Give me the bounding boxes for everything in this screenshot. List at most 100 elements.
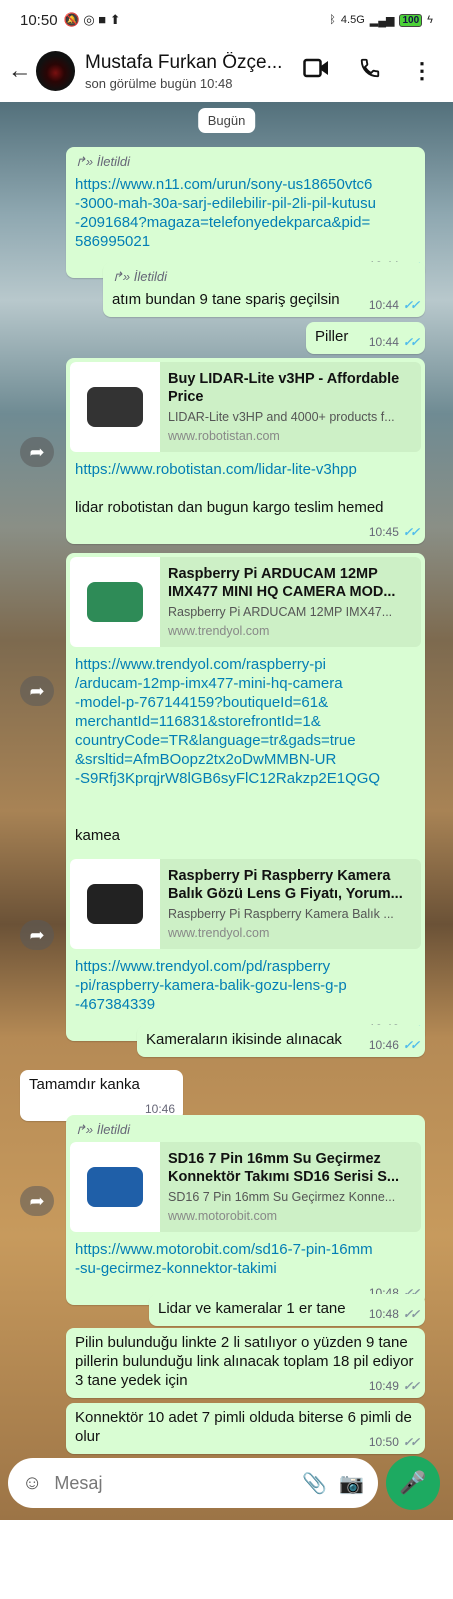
incoming-message: Tamamdır kanka 10:46: [20, 1070, 183, 1121]
preview-description: Raspberry Pi ARDUCAM 12MP IMX47...: [168, 605, 393, 619]
outgoing-message: Buy LIDAR-Lite v3HP - Affordable Price LI…: [66, 358, 425, 544]
link-line: -pi/raspberry-kamera-balik-gozu-lens-g-p: [75, 977, 347, 994]
message-text: kamea: [75, 827, 121, 844]
preview-info: Raspberry Pi Raspberry Kamera Balık Gözü…: [160, 859, 421, 949]
message-time: 10:44: [368, 298, 399, 312]
message-link[interactable]: https://www.motorobit.com/sd16-7-pin-16m…: [75, 1240, 417, 1278]
preview-title: Buy LIDAR-Lite v3HP - Affordable Price: [168, 371, 400, 405]
chat-area[interactable]: Bugün ↱» İletildi https://www.n11.com/uru…: [0, 102, 453, 1520]
signal-icon: ▂▄▆: [369, 14, 395, 27]
forward-icon: ↱»: [75, 154, 97, 169]
message-link[interactable]: https://www.n11.com/urun/sony-us18650vtc…: [75, 175, 417, 251]
forwarded-text: İletildi: [133, 269, 167, 284]
message-text: Pilin bulunduğu linkte 2 li satılıyor o …: [75, 1334, 414, 1389]
preview-thumbnail: [70, 557, 160, 647]
link-preview[interactable]: Raspberry Pi Raspberry Kamera Balık Gözü…: [70, 859, 421, 949]
link-line: -3000-mah-30a-sarj-edilebilir-pil-2li-pi…: [75, 195, 376, 212]
link-preview[interactable]: Buy LIDAR-Lite v3HP - Affordable Price LI…: [70, 362, 421, 452]
preview-title: Raspberry Pi Raspberry Kamera Balık Gözü…: [168, 868, 403, 902]
composer: ☺ Mesaj 📎 📷: [8, 1458, 378, 1508]
outgoing-message: ↱» İletildi atım bundan 9 tane spariş geç…: [103, 262, 425, 317]
video-call-icon[interactable]: [303, 58, 329, 84]
message-meta: 10:45 ✓✓: [368, 523, 420, 542]
outgoing-message: Raspberry Pi ARDUCAM 12MP IMX477 MINI HQ…: [66, 553, 425, 872]
link-line: https://www.trendyol.com/pd/raspberry: [75, 958, 331, 975]
attach-icon[interactable]: 📎: [302, 1471, 327, 1496]
link-line: -467384339: [75, 996, 156, 1013]
outgoing-message: Pilin bulunduğu linkte 2 li satılıyor o …: [66, 1328, 425, 1398]
link-line: https://www.robotistan.com/lidar-lite-v3…: [75, 461, 357, 478]
message-time: 10:44: [368, 335, 399, 349]
share-forward-icon: ➦: [29, 442, 45, 462]
forward-icon: ↱»: [112, 269, 134, 284]
message-meta: 10:46✓✓: [368, 1036, 420, 1055]
battery-indicator: 100: [399, 13, 423, 27]
camera-icon[interactable]: 📷: [339, 1471, 364, 1496]
chat-header: ← Mustafa Furkan Özçe... son görülme bug…: [0, 40, 453, 102]
forwarded-text: İletildi: [96, 154, 130, 169]
product-image: [87, 387, 143, 427]
link-line: countryCode=TR&language=tr&gads=true: [75, 732, 356, 749]
outgoing-message: Kameraların ikisinde alınacak 10:46 ✓✓: [137, 1025, 425, 1057]
message-text: Piller: [315, 328, 349, 345]
preview-description: SD16 7 Pin 16mm Su Geçirmez Konne...: [168, 1190, 396, 1204]
read-ticks-icon: ✓✓: [402, 335, 420, 349]
contact-name: Mustafa Furkan Özçe...: [85, 51, 283, 73]
link-line: -su-gecirmez-konnektor-takimi: [75, 1260, 277, 1277]
message-time: 10:49: [368, 1379, 399, 1393]
avatar[interactable]: [35, 51, 75, 91]
bluetooth-icon: ᛒ: [329, 14, 336, 26]
link-line: https://www.motorobit.com/sd16-7-pin-16m…: [75, 1241, 373, 1258]
preview-domain: www.motorobit.com: [168, 1209, 278, 1223]
message-meta: 10:44✓✓: [368, 333, 420, 352]
message-link[interactable]: https://www.trendyol.com/raspberry-pi/ar…: [75, 655, 417, 788]
product-image: [87, 1167, 143, 1207]
link-line: -model-p-767144159?boutiqueId=61&: [75, 694, 329, 711]
forwarded-label: ↱» İletildi: [75, 152, 417, 171]
date-chip: Bugün: [197, 108, 256, 133]
message-text: Tamamdır kanka: [29, 1076, 140, 1093]
forwarded-label: ↱» İletildi: [112, 267, 417, 286]
share-button[interactable]: ➦: [20, 676, 54, 706]
link-line: 586995021: [75, 233, 151, 250]
message-meta: 10:48 ✓✓: [368, 1305, 420, 1324]
message-time: 10:48: [368, 1307, 399, 1321]
message-time: 10:45: [368, 525, 399, 539]
mic-icon: 🎤: [399, 1470, 427, 1495]
preview-description: LIDAR-Lite v3HP and 4000+ products f...: [168, 410, 395, 424]
mic-button[interactable]: 🎤: [386, 1456, 440, 1510]
outgoing-message: ↱» İletildi SD16 7 Pin 16mm Su Geçirmez K…: [66, 1115, 425, 1305]
phone-icon[interactable]: [359, 57, 381, 85]
link-line: merchantId=116831&storefrontId=1&: [75, 713, 321, 730]
share-button[interactable]: ➦: [20, 437, 54, 467]
share-button[interactable]: ➦: [20, 920, 54, 950]
message-time: 10:50: [368, 1435, 399, 1449]
message-link[interactable]: https://www.trendyol.com/pd/raspberry -pi…: [75, 957, 417, 1014]
forwarded-text: İletildi: [96, 1122, 130, 1137]
forwarded-label: ↱» İletildi: [75, 1120, 417, 1139]
back-arrow-icon[interactable]: ←: [4, 57, 36, 85]
emoji-icon[interactable]: ☺: [22, 1472, 42, 1495]
contact-info[interactable]: Mustafa Furkan Özçe... son görülme bugün…: [85, 52, 303, 91]
message-text: Lidar ve kameralar 1 er tane: [158, 1300, 346, 1317]
charging-icon: ϟ: [427, 14, 433, 26]
more-vert-icon[interactable]: ⋮: [411, 58, 433, 84]
link-line: -2091684?magaza=telefonyedekparca&pid=: [75, 214, 371, 231]
message-meta: 10:49 ✓✓: [368, 1377, 420, 1396]
message-time: 10:46: [368, 1038, 399, 1052]
message-input[interactable]: Mesaj: [54, 1473, 290, 1494]
preview-info: Raspberry Pi ARDUCAM 12MP IMX477 MINI HQ…: [160, 557, 421, 647]
preview-domain: www.trendyol.com: [168, 624, 270, 638]
link-line: -S9Rfj3KprqjrW8lGB6syFlC12Rakzp2E1QGQ: [75, 770, 381, 787]
preview-info: Buy LIDAR-Lite v3HP - Affordable Price LI…: [160, 362, 421, 452]
notification-icons: 🔕 ◎ ■ ⬆: [63, 12, 121, 27]
share-forward-icon: ➦: [29, 1191, 45, 1211]
message-meta: 10:50 ✓✓: [368, 1433, 420, 1452]
message-link[interactable]: https://www.robotistan.com/lidar-lite-v3…: [75, 460, 417, 479]
link-preview[interactable]: SD16 7 Pin 16mm Su Geçirmez Konnektör Ta…: [70, 1142, 421, 1232]
preview-domain: www.robotistan.com: [168, 429, 280, 443]
link-preview[interactable]: Raspberry Pi ARDUCAM 12MP IMX477 MINI HQ…: [70, 557, 421, 647]
product-image: [87, 884, 143, 924]
share-button[interactable]: ➦: [20, 1186, 54, 1216]
read-ticks-icon: ✓✓: [402, 525, 420, 539]
